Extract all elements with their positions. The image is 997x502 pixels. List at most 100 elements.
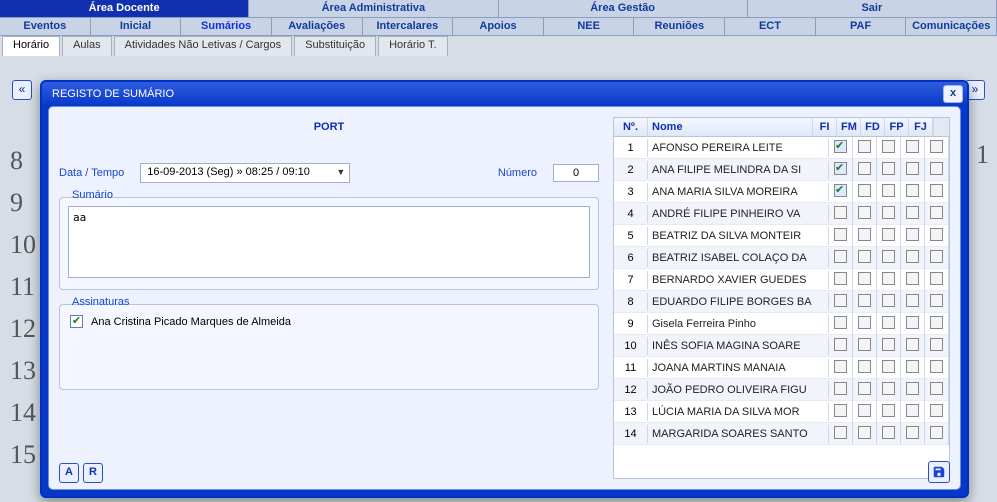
- fi-checkbox[interactable]: [834, 272, 847, 285]
- fm-checkbox[interactable]: [858, 316, 871, 329]
- fm-checkbox[interactable]: [858, 140, 871, 153]
- fd-checkbox[interactable]: [882, 382, 895, 395]
- fp-checkbox[interactable]: [906, 426, 919, 439]
- primary-nav-item[interactable]: Área Administrativa: [249, 0, 498, 17]
- fi-checkbox[interactable]: [834, 426, 847, 439]
- secondary-nav-item[interactable]: Sumários: [181, 18, 272, 35]
- table-row[interactable]: 1AFONSO PEREIRA LEITE: [614, 137, 949, 159]
- fi-checkbox[interactable]: [834, 338, 847, 351]
- fd-checkbox[interactable]: [882, 404, 895, 417]
- th-fp[interactable]: FP: [885, 118, 909, 136]
- fm-checkbox[interactable]: [858, 338, 871, 351]
- prev-arrow-button[interactable]: «: [12, 80, 32, 100]
- fi-checkbox[interactable]: [834, 360, 847, 373]
- table-row[interactable]: 4ANDRÉ FILIPE PINHEIRO VA: [614, 203, 949, 225]
- r-button[interactable]: R: [83, 463, 103, 483]
- save-button[interactable]: [928, 461, 950, 483]
- th-number[interactable]: Nº.: [614, 118, 648, 136]
- table-row[interactable]: 7BERNARDO XAVIER GUEDES: [614, 269, 949, 291]
- fj-checkbox[interactable]: [930, 250, 943, 263]
- th-fj[interactable]: FJ: [909, 118, 933, 136]
- fp-checkbox[interactable]: [906, 382, 919, 395]
- primary-nav-item[interactable]: Sair: [748, 0, 997, 17]
- table-row[interactable]: 5BEATRIZ DA SILVA MONTEIR: [614, 225, 949, 247]
- secondary-nav-item[interactable]: Inicial: [91, 18, 182, 35]
- table-row[interactable]: 12JOÃO PEDRO OLIVEIRA FIGU: [614, 379, 949, 401]
- secondary-nav-item[interactable]: Comunicações: [906, 18, 997, 35]
- fm-checkbox[interactable]: [858, 404, 871, 417]
- table-row[interactable]: 9Gisela Ferreira Pinho: [614, 313, 949, 335]
- fm-checkbox[interactable]: [858, 272, 871, 285]
- fi-checkbox[interactable]: [834, 404, 847, 417]
- signature-checkbox[interactable]: [70, 315, 83, 328]
- fd-checkbox[interactable]: [882, 206, 895, 219]
- fi-checkbox[interactable]: [834, 294, 847, 307]
- fp-checkbox[interactable]: [906, 338, 919, 351]
- fp-checkbox[interactable]: [906, 206, 919, 219]
- fp-checkbox[interactable]: [906, 294, 919, 307]
- fd-checkbox[interactable]: [882, 140, 895, 153]
- primary-nav-item[interactable]: Área Gestão: [499, 0, 748, 17]
- fj-checkbox[interactable]: [930, 338, 943, 351]
- sumario-textarea[interactable]: [68, 206, 590, 278]
- fp-checkbox[interactable]: [906, 404, 919, 417]
- fj-checkbox[interactable]: [930, 382, 943, 395]
- fm-checkbox[interactable]: [858, 250, 871, 263]
- fm-checkbox[interactable]: [858, 294, 871, 307]
- date-select[interactable]: 16-09-2013 (Seg) » 08:25 / 09:10: [140, 163, 350, 183]
- fi-checkbox[interactable]: [834, 382, 847, 395]
- fm-checkbox[interactable]: [858, 162, 871, 175]
- th-fi[interactable]: FI: [813, 118, 837, 136]
- th-nome[interactable]: Nome: [648, 118, 813, 136]
- fd-checkbox[interactable]: [882, 316, 895, 329]
- fm-checkbox[interactable]: [858, 382, 871, 395]
- fi-checkbox[interactable]: [834, 316, 847, 329]
- table-row[interactable]: 14MARGARIDA SOARES SANTO: [614, 423, 949, 445]
- fd-checkbox[interactable]: [882, 338, 895, 351]
- fd-checkbox[interactable]: [882, 250, 895, 263]
- fj-checkbox[interactable]: [930, 140, 943, 153]
- fj-checkbox[interactable]: [930, 206, 943, 219]
- table-row[interactable]: 6BEATRIZ ISABEL COLAÇO DA: [614, 247, 949, 269]
- tab-item[interactable]: Aulas: [62, 36, 112, 56]
- secondary-nav-item[interactable]: Apoios: [453, 18, 544, 35]
- fj-checkbox[interactable]: [930, 162, 943, 175]
- table-row[interactable]: 8EDUARDO FILIPE BORGES BA: [614, 291, 949, 313]
- fi-checkbox[interactable]: [834, 162, 847, 175]
- fd-checkbox[interactable]: [882, 360, 895, 373]
- fm-checkbox[interactable]: [858, 184, 871, 197]
- fi-checkbox[interactable]: [834, 228, 847, 241]
- fp-checkbox[interactable]: [906, 184, 919, 197]
- secondary-nav-item[interactable]: Eventos: [0, 18, 91, 35]
- fj-checkbox[interactable]: [930, 426, 943, 439]
- secondary-nav-item[interactable]: Avaliações: [272, 18, 363, 35]
- fj-checkbox[interactable]: [930, 360, 943, 373]
- fm-checkbox[interactable]: [858, 360, 871, 373]
- fm-checkbox[interactable]: [858, 426, 871, 439]
- table-row[interactable]: 13LÚCIA MARIA DA SILVA MOR: [614, 401, 949, 423]
- th-fm[interactable]: FM: [837, 118, 861, 136]
- fm-checkbox[interactable]: [858, 228, 871, 241]
- fp-checkbox[interactable]: [906, 272, 919, 285]
- fi-checkbox[interactable]: [834, 140, 847, 153]
- primary-nav-item[interactable]: Área Docente: [0, 0, 249, 17]
- fi-checkbox[interactable]: [834, 206, 847, 219]
- fj-checkbox[interactable]: [930, 184, 943, 197]
- fd-checkbox[interactable]: [882, 162, 895, 175]
- a-button[interactable]: A: [59, 463, 79, 483]
- tab-item[interactable]: Horário T.: [378, 36, 447, 56]
- tab-item[interactable]: Substituição: [294, 36, 376, 56]
- secondary-nav-item[interactable]: Reuniões: [634, 18, 725, 35]
- fp-checkbox[interactable]: [906, 162, 919, 175]
- fj-checkbox[interactable]: [930, 316, 943, 329]
- table-row[interactable]: 3ANA MARIA SILVA MOREIRA: [614, 181, 949, 203]
- fj-checkbox[interactable]: [930, 228, 943, 241]
- fp-checkbox[interactable]: [906, 316, 919, 329]
- table-row[interactable]: 10INÊS SOFIA MAGINA SOARE: [614, 335, 949, 357]
- fd-checkbox[interactable]: [882, 184, 895, 197]
- tab-item[interactable]: Atividades Não Letivas / Cargos: [114, 36, 293, 56]
- secondary-nav-item[interactable]: ECT: [725, 18, 816, 35]
- table-row[interactable]: 11JOANA MARTINS MANAIA: [614, 357, 949, 379]
- fd-checkbox[interactable]: [882, 294, 895, 307]
- fp-checkbox[interactable]: [906, 360, 919, 373]
